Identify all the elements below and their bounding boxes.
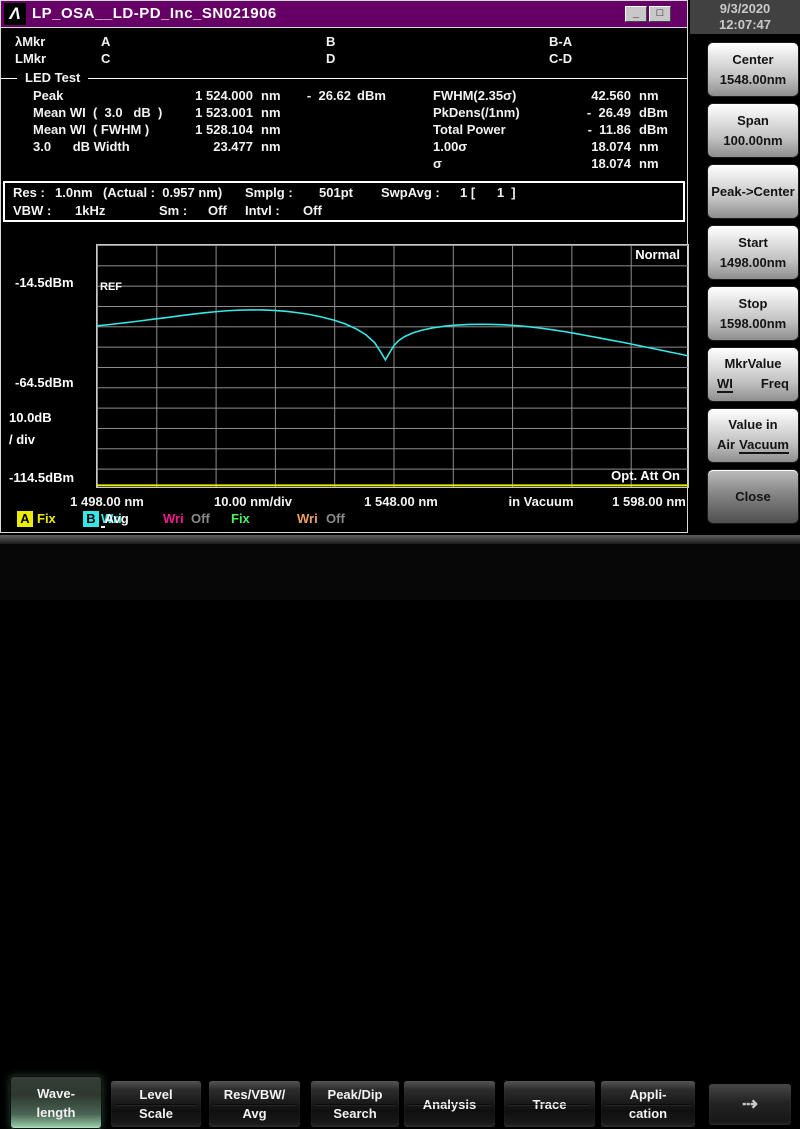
softkey-close[interactable]: Close (708, 470, 798, 523)
softkey-span[interactable]: Span 100.00nm (708, 104, 798, 157)
marker-b: B (326, 34, 336, 49)
x-label-start: 1 498.00 nm (70, 494, 144, 509)
menu-peak-dip-search[interactable]: Peak/Dip Search (310, 1080, 400, 1128)
trace-a-badge: A (17, 511, 33, 527)
spectrum-graph: Normal REF Opt. Att On (96, 244, 689, 488)
trace-e-state: Wri (297, 511, 318, 526)
window-titlebar: Λ LP_OSA__LD-PD_Inc_SN021906 _ □ (0, 0, 688, 27)
main-display: λMkr A B B-A LMkr C D C-D LED Test Peak … (0, 27, 689, 533)
softkey-peak-to-center[interactable]: Peak->Center (708, 165, 798, 218)
marker-d: D (326, 51, 336, 66)
menu-trace[interactable]: Trace (503, 1080, 596, 1128)
meas-row-fwhm: FWHM(2.35σ) 42.560 nm (433, 88, 659, 103)
menu-wavelength[interactable]: Wave-length (10, 1076, 102, 1129)
section-title: LED Test (17, 70, 89, 85)
intvl-label: Intvl : (245, 203, 280, 218)
app-logo-icon: Λ (4, 3, 26, 25)
x-label-center: 1 548.00 nm (364, 494, 438, 509)
marker-c: C (101, 51, 111, 66)
trace-c-state: Wri (163, 511, 184, 526)
menu-analysis[interactable]: Analysis (403, 1080, 496, 1128)
res-label: Res : (13, 185, 45, 200)
softkey-value-in[interactable]: Value in Air Vacuum (708, 409, 798, 462)
smplg-label: Smplg : (245, 185, 293, 200)
window-title: LP_OSA__LD-PD_Inc_SN021906 (32, 5, 277, 22)
trace-e-off: Off (326, 511, 345, 526)
ref-level-label: REF (100, 281, 122, 293)
y-label-mid: -64.5dBm (15, 375, 74, 390)
y-scale-unit: / div (9, 432, 36, 447)
vbw-label: VBW : (13, 203, 52, 218)
trace-c-off: Off (191, 511, 210, 526)
x-label-medium: in Vacuum (508, 494, 574, 509)
trace-status-row: A Fix B Wri Avg Wri Off Fix Wri Off (1, 511, 687, 531)
trace-svg (97, 309, 688, 487)
clock: 9/3/2020 12:07:47 (690, 0, 800, 34)
menu-more-arrow[interactable]: ⇢ (708, 1083, 792, 1126)
softkey-center[interactable]: Center 1548.00nm (708, 43, 798, 96)
meas-row-pkdens: PkDens(/1nm) - 26.49 dBm (433, 105, 668, 120)
menu-level-scale[interactable]: Level Scale (110, 1080, 202, 1128)
clock-date: 9/3/2020 (719, 1, 771, 16)
menu-application[interactable]: Appli-cation (600, 1080, 696, 1128)
value-in-vacuum-option[interactable]: Vacuum (739, 437, 789, 454)
marker-ba: B-A (549, 34, 573, 49)
bottom-menu-bar: Wave-length Level Scale Res/VBW/Avg Peak/… (0, 535, 800, 1129)
right-arrow-icon: ⇢ (742, 1094, 758, 1115)
minimize-button[interactable]: _ (625, 6, 647, 22)
maximize-button[interactable]: □ (649, 6, 671, 22)
x-label-stop: 1 598.00 nm (612, 494, 686, 509)
intvl-value: Off (303, 203, 322, 218)
trace-d-state: Fix (231, 511, 250, 526)
trace-b-state: Wri Avg (101, 511, 129, 528)
sweep-mode-label: Normal (635, 247, 680, 262)
clock-time: 12:07:47 (718, 17, 772, 32)
mkr-value-freq-option[interactable]: Freq (761, 376, 789, 393)
opt-att-label: Opt. Att On (611, 468, 680, 483)
sm-label: Sm : (159, 203, 188, 218)
meas-row-total-power: Total Power - 11.86 dBm (433, 122, 668, 137)
smplg-value: 501pt (319, 185, 353, 200)
value-in-air-option[interactable]: Air (717, 437, 735, 454)
marker-cd: C-D (549, 51, 573, 66)
mkr-value-wl-option[interactable]: WI (717, 376, 733, 393)
x-label-div: 10.00 nm/div (213, 494, 293, 509)
marker-a: A (101, 34, 111, 49)
softkey-start[interactable]: Start 1498.00nm (708, 226, 798, 279)
swpavg-label: SwpAvg : (381, 185, 440, 200)
vbw-value: 1kHz (75, 203, 106, 218)
marker-row1-label: λMkr (15, 34, 46, 49)
softkey-mkr-value[interactable]: MkrValue WI Freq (708, 348, 798, 401)
res-value: 1.0nm (55, 185, 93, 200)
osa-screen: { "window": { "title": "LP_OSA__LD-PD_In… (0, 0, 800, 1129)
trace-a-state: Fix (37, 511, 56, 526)
meas-row-sigma: σ 18.074 nm (433, 156, 659, 171)
y-label-bottom: -114.5dBm (9, 470, 75, 485)
sm-value: Off (208, 203, 227, 218)
y-label-ref: -14.5dBm (15, 275, 74, 290)
sweep-status-box: Res : 1.0nm (Actual : 0.957 nm) Smplg : … (3, 181, 685, 222)
y-scale-value: 10.0dB (9, 410, 52, 425)
meas-row-one-sigma: 1.00σ 18.074 nm (433, 139, 659, 154)
res-actual: (Actual : 0.957 nm) (103, 185, 223, 200)
marker-row2-label: LMkr (15, 51, 47, 66)
trace-b-badge: B (83, 511, 99, 527)
section-divider: LED Test (1, 70, 687, 85)
menu-res-vbw-avg[interactable]: Res/VBW/Avg (208, 1080, 301, 1128)
swpavg-value: 1 [ 1 ] (460, 185, 516, 200)
softkey-stop[interactable]: Stop 1598.00nm (708, 287, 798, 340)
